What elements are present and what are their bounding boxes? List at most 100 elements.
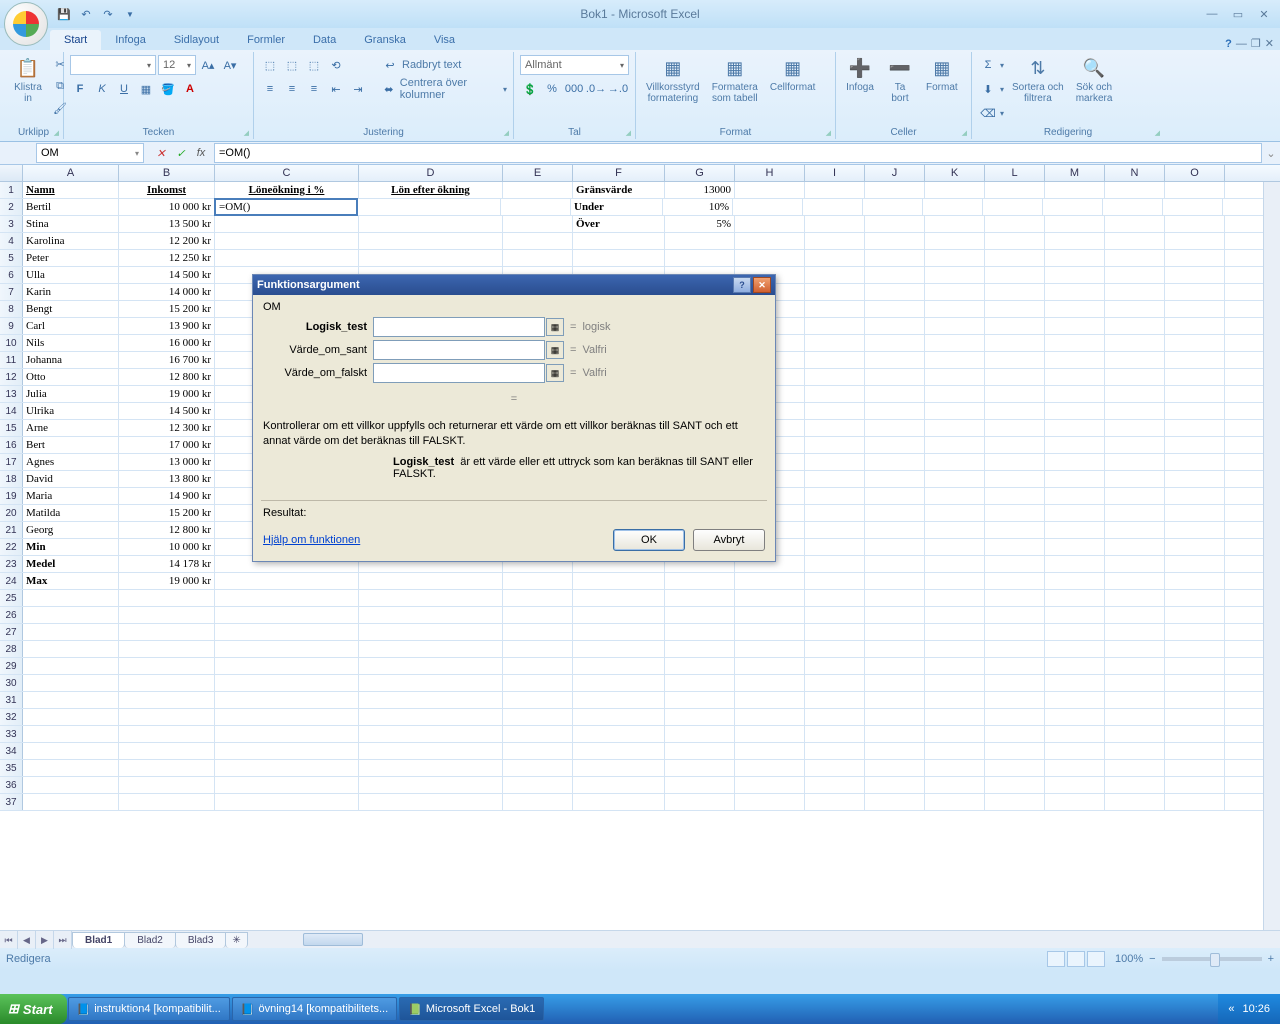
arg-input-0[interactable] [373, 317, 545, 337]
cell[interactable] [923, 199, 983, 215]
sheet-tab-new[interactable]: ✳ [225, 932, 247, 948]
cell[interactable] [735, 675, 805, 691]
row-header[interactable]: 15 [0, 420, 23, 436]
format-cells-button[interactable]: ▦Format [922, 54, 962, 95]
cell[interactable] [503, 216, 573, 232]
zoom-out-button[interactable]: − [1149, 953, 1155, 965]
cell[interactable] [503, 182, 573, 198]
cell[interactable] [1165, 641, 1225, 657]
cell[interactable] [805, 454, 865, 470]
cell[interactable] [1165, 369, 1225, 385]
cell[interactable] [925, 318, 985, 334]
row-header[interactable]: 32 [0, 709, 23, 725]
cell[interactable]: David [23, 471, 119, 487]
col-header-B[interactable]: B [119, 165, 215, 181]
cell[interactable] [735, 726, 805, 742]
cell[interactable] [865, 352, 925, 368]
cell[interactable] [1045, 284, 1105, 300]
cell[interactable] [1105, 726, 1165, 742]
cell[interactable] [1105, 267, 1165, 283]
cell[interactable] [1165, 556, 1225, 572]
align-right-icon[interactable]: ≡ [304, 79, 324, 99]
cell[interactable] [1105, 318, 1165, 334]
cell[interactable] [865, 539, 925, 555]
cell[interactable] [1105, 743, 1165, 759]
cell[interactable] [359, 607, 503, 623]
cell[interactable] [1105, 675, 1165, 691]
cell[interactable] [865, 505, 925, 521]
cell[interactable] [1105, 233, 1165, 249]
cell[interactable]: 16 000 kr [119, 335, 215, 351]
cell[interactable]: Bengt [23, 301, 119, 317]
cell[interactable] [925, 505, 985, 521]
cell[interactable] [1045, 403, 1105, 419]
cell[interactable] [985, 505, 1045, 521]
cell[interactable] [925, 471, 985, 487]
start-button[interactable]: ⊞Start [0, 994, 67, 1024]
cell[interactable] [1045, 777, 1105, 793]
cell[interactable] [985, 301, 1045, 317]
row-header[interactable]: 21 [0, 522, 23, 538]
cell[interactable] [805, 556, 865, 572]
cell[interactable]: Bert [23, 437, 119, 453]
help-icon[interactable]: ? [1225, 38, 1232, 50]
cell[interactable] [985, 267, 1045, 283]
cell[interactable] [985, 675, 1045, 691]
range-select-icon[interactable]: ▦ [546, 318, 564, 336]
col-header-F[interactable]: F [573, 165, 665, 181]
cell[interactable] [1045, 743, 1105, 759]
cell[interactable] [865, 522, 925, 538]
cell[interactable] [925, 267, 985, 283]
cell[interactable] [925, 182, 985, 198]
cell[interactable] [119, 624, 215, 640]
cell[interactable] [865, 233, 925, 249]
cell[interactable] [359, 641, 503, 657]
cell[interactable] [985, 692, 1045, 708]
cell[interactable] [1165, 590, 1225, 606]
cell[interactable]: 14 178 kr [119, 556, 215, 572]
cell[interactable]: Max [23, 573, 119, 589]
shrink-font-icon[interactable]: A▾ [220, 55, 240, 75]
row-header[interactable]: 13 [0, 386, 23, 402]
row-header[interactable]: 9 [0, 318, 23, 334]
cell[interactable] [23, 709, 119, 725]
cell[interactable] [1045, 420, 1105, 436]
cell[interactable] [503, 709, 573, 725]
cell[interactable] [215, 743, 359, 759]
cell[interactable] [359, 233, 503, 249]
cell[interactable]: Namn [23, 182, 119, 198]
col-header-O[interactable]: O [1165, 165, 1225, 181]
cell[interactable] [865, 301, 925, 317]
cell[interactable] [735, 692, 805, 708]
tab-sidlayout[interactable]: Sidlayout [160, 30, 233, 50]
cell[interactable] [925, 590, 985, 606]
maximize-button[interactable]: ▭ [1226, 5, 1250, 23]
cell[interactable] [805, 692, 865, 708]
cell[interactable] [503, 250, 573, 266]
cell[interactable] [1165, 267, 1225, 283]
cancel-formula-icon[interactable]: ✕ [152, 144, 170, 162]
cell[interactable] [215, 794, 359, 810]
cell[interactable] [805, 182, 865, 198]
cell[interactable] [357, 199, 501, 215]
col-header-E[interactable]: E [503, 165, 573, 181]
cell[interactable]: Karolina [23, 233, 119, 249]
cell[interactable] [985, 454, 1045, 470]
cell[interactable]: Nils [23, 335, 119, 351]
cell[interactable] [805, 471, 865, 487]
cell[interactable] [215, 573, 359, 589]
cell[interactable] [503, 692, 573, 708]
cell[interactable] [985, 471, 1045, 487]
sheet-tab-blad2[interactable]: Blad2 [124, 932, 176, 948]
fill-icon[interactable]: ⬇ [978, 79, 998, 99]
cell[interactable] [925, 216, 985, 232]
cell[interactable] [215, 675, 359, 691]
cell[interactable] [23, 692, 119, 708]
tab-visa[interactable]: Visa [420, 30, 469, 50]
cell[interactable] [985, 318, 1045, 334]
cell[interactable] [925, 437, 985, 453]
cell[interactable] [1045, 539, 1105, 555]
cell[interactable] [665, 590, 735, 606]
row-header[interactable]: 22 [0, 539, 23, 555]
row-header[interactable]: 6 [0, 267, 23, 283]
